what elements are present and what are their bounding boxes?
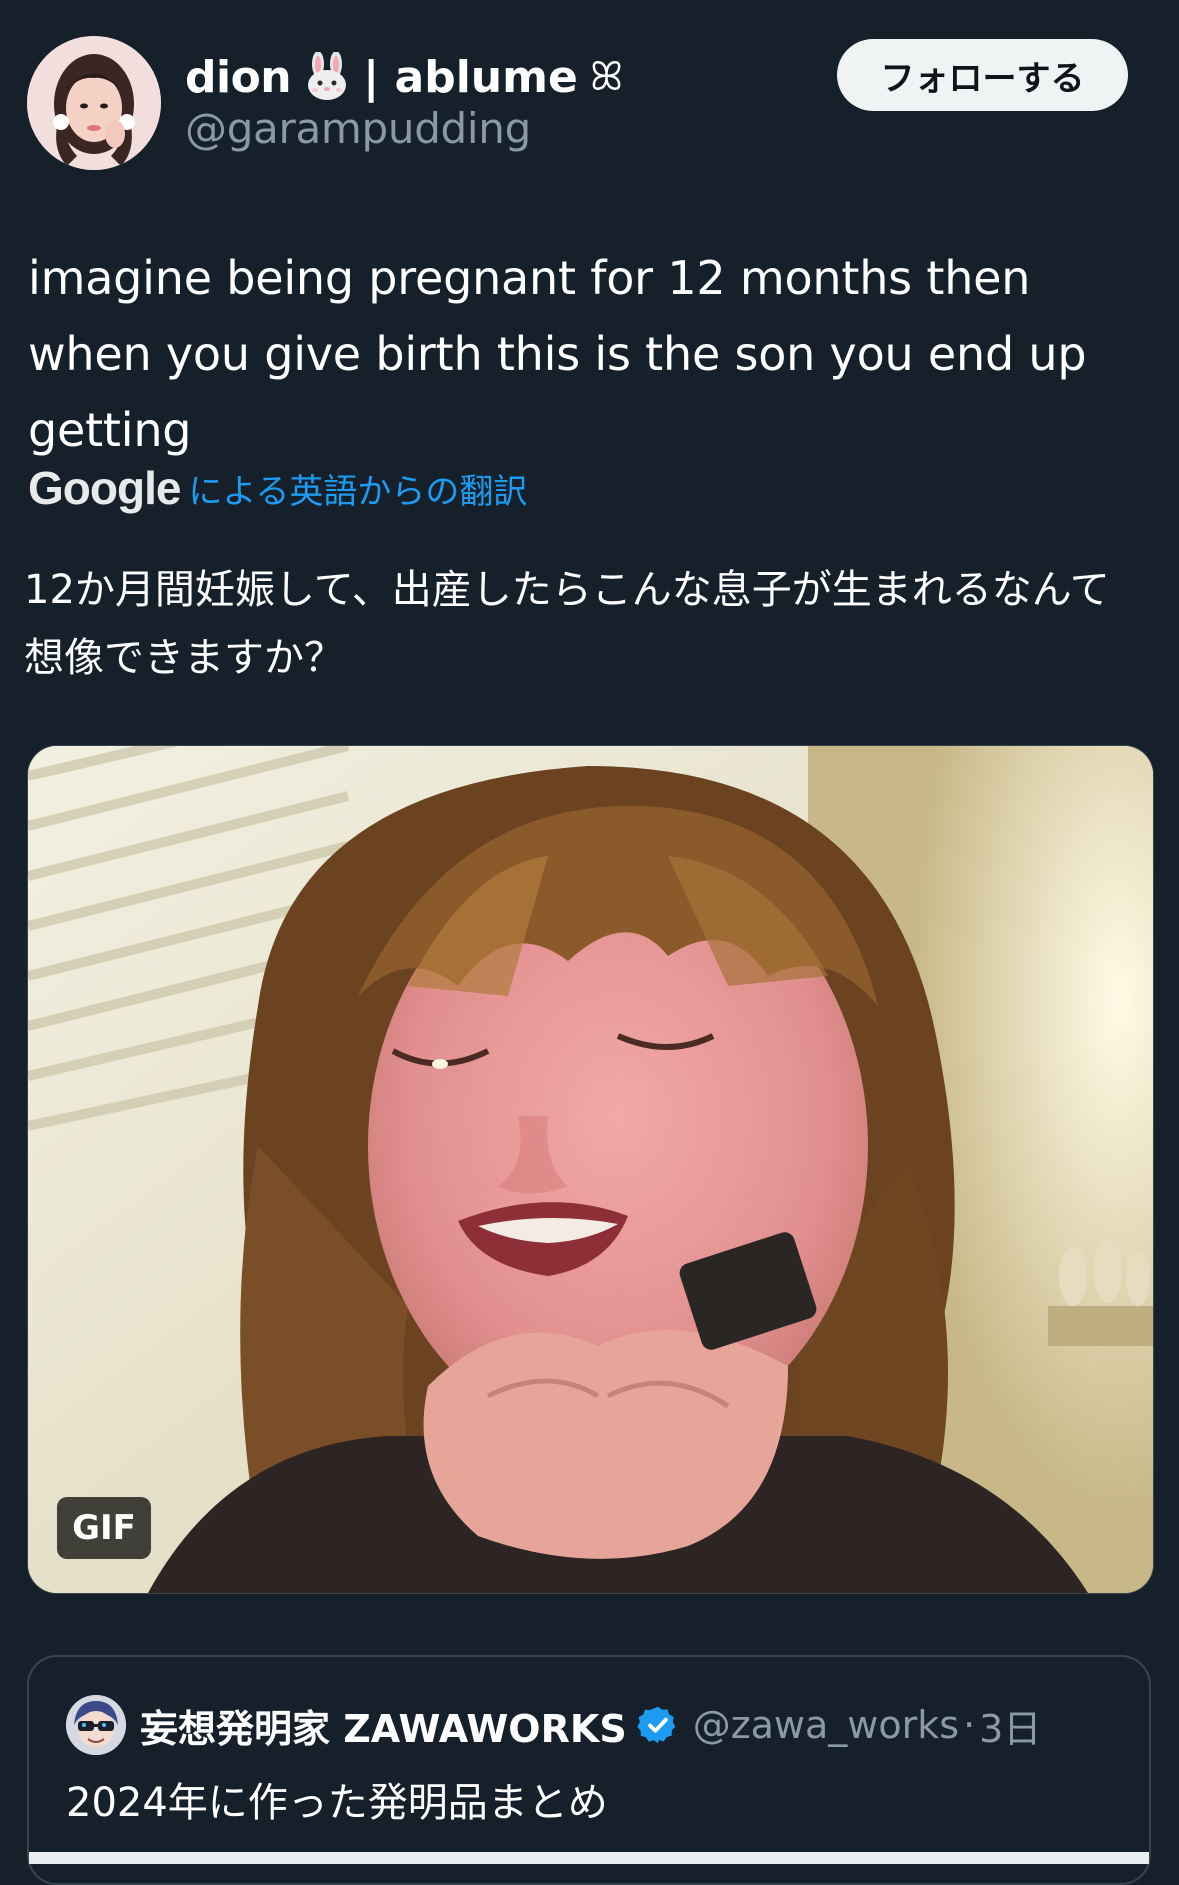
translated-text: 12か月間妊娠して、出産したらこんな息子が生まれるなんて想像できますか？ bbox=[24, 567, 1110, 681]
tweet-media-gif[interactable] bbox=[27, 745, 1154, 1594]
gif-frame-image bbox=[28, 746, 1153, 1593]
translation-label[interactable]: による英語からの翻訳 bbox=[188, 464, 527, 513]
translation-credit[interactable]: Google による英語からの翻訳 bbox=[28, 460, 527, 516]
quote-text: 2024年に作った発明品まとめ bbox=[66, 1780, 608, 1826]
quote-author-name[interactable]: 妄想発明家 ZAWAWORKS bbox=[140, 1698, 627, 1753]
follow-button[interactable]: フォローする bbox=[837, 39, 1128, 111]
rabbit-face-icon bbox=[303, 52, 351, 102]
author-name-suffix: | ablume bbox=[363, 51, 578, 103]
quote-author-avatar[interactable] bbox=[66, 1695, 126, 1755]
tweet-text: imagine being pregnant for 12 months the… bbox=[28, 251, 1087, 457]
quote-header[interactable]: 妄想発明家 ZAWAWORKS @zawa_works · 3日 bbox=[140, 1692, 1041, 1758]
avatar-illustration-icon bbox=[66, 1695, 126, 1755]
quote-timestamp[interactable]: 3日 bbox=[979, 1698, 1041, 1753]
author-display-name[interactable]: dion bbox=[185, 52, 292, 103]
gif-badge: GIF bbox=[57, 1497, 151, 1559]
author-handle[interactable]: @garampudding bbox=[185, 104, 531, 153]
four-petal-flower-icon: ꕤ bbox=[589, 54, 624, 100]
google-logo: Google bbox=[28, 462, 181, 514]
avatar-photo-icon bbox=[27, 36, 161, 170]
verified-badge-icon bbox=[636, 1704, 679, 1746]
author-name-row[interactable]: dion | ablume ꕤ bbox=[185, 46, 623, 108]
tweet-detail: dion | ablume ꕤ @garampudding フォローする ima… bbox=[0, 0, 1179, 1885]
author-avatar[interactable] bbox=[27, 36, 161, 170]
quote-author-handle[interactable]: @zawa_works bbox=[693, 1703, 959, 1747]
quote-separator: · bbox=[963, 1703, 976, 1747]
quote-media-preview[interactable] bbox=[29, 1852, 1149, 1864]
